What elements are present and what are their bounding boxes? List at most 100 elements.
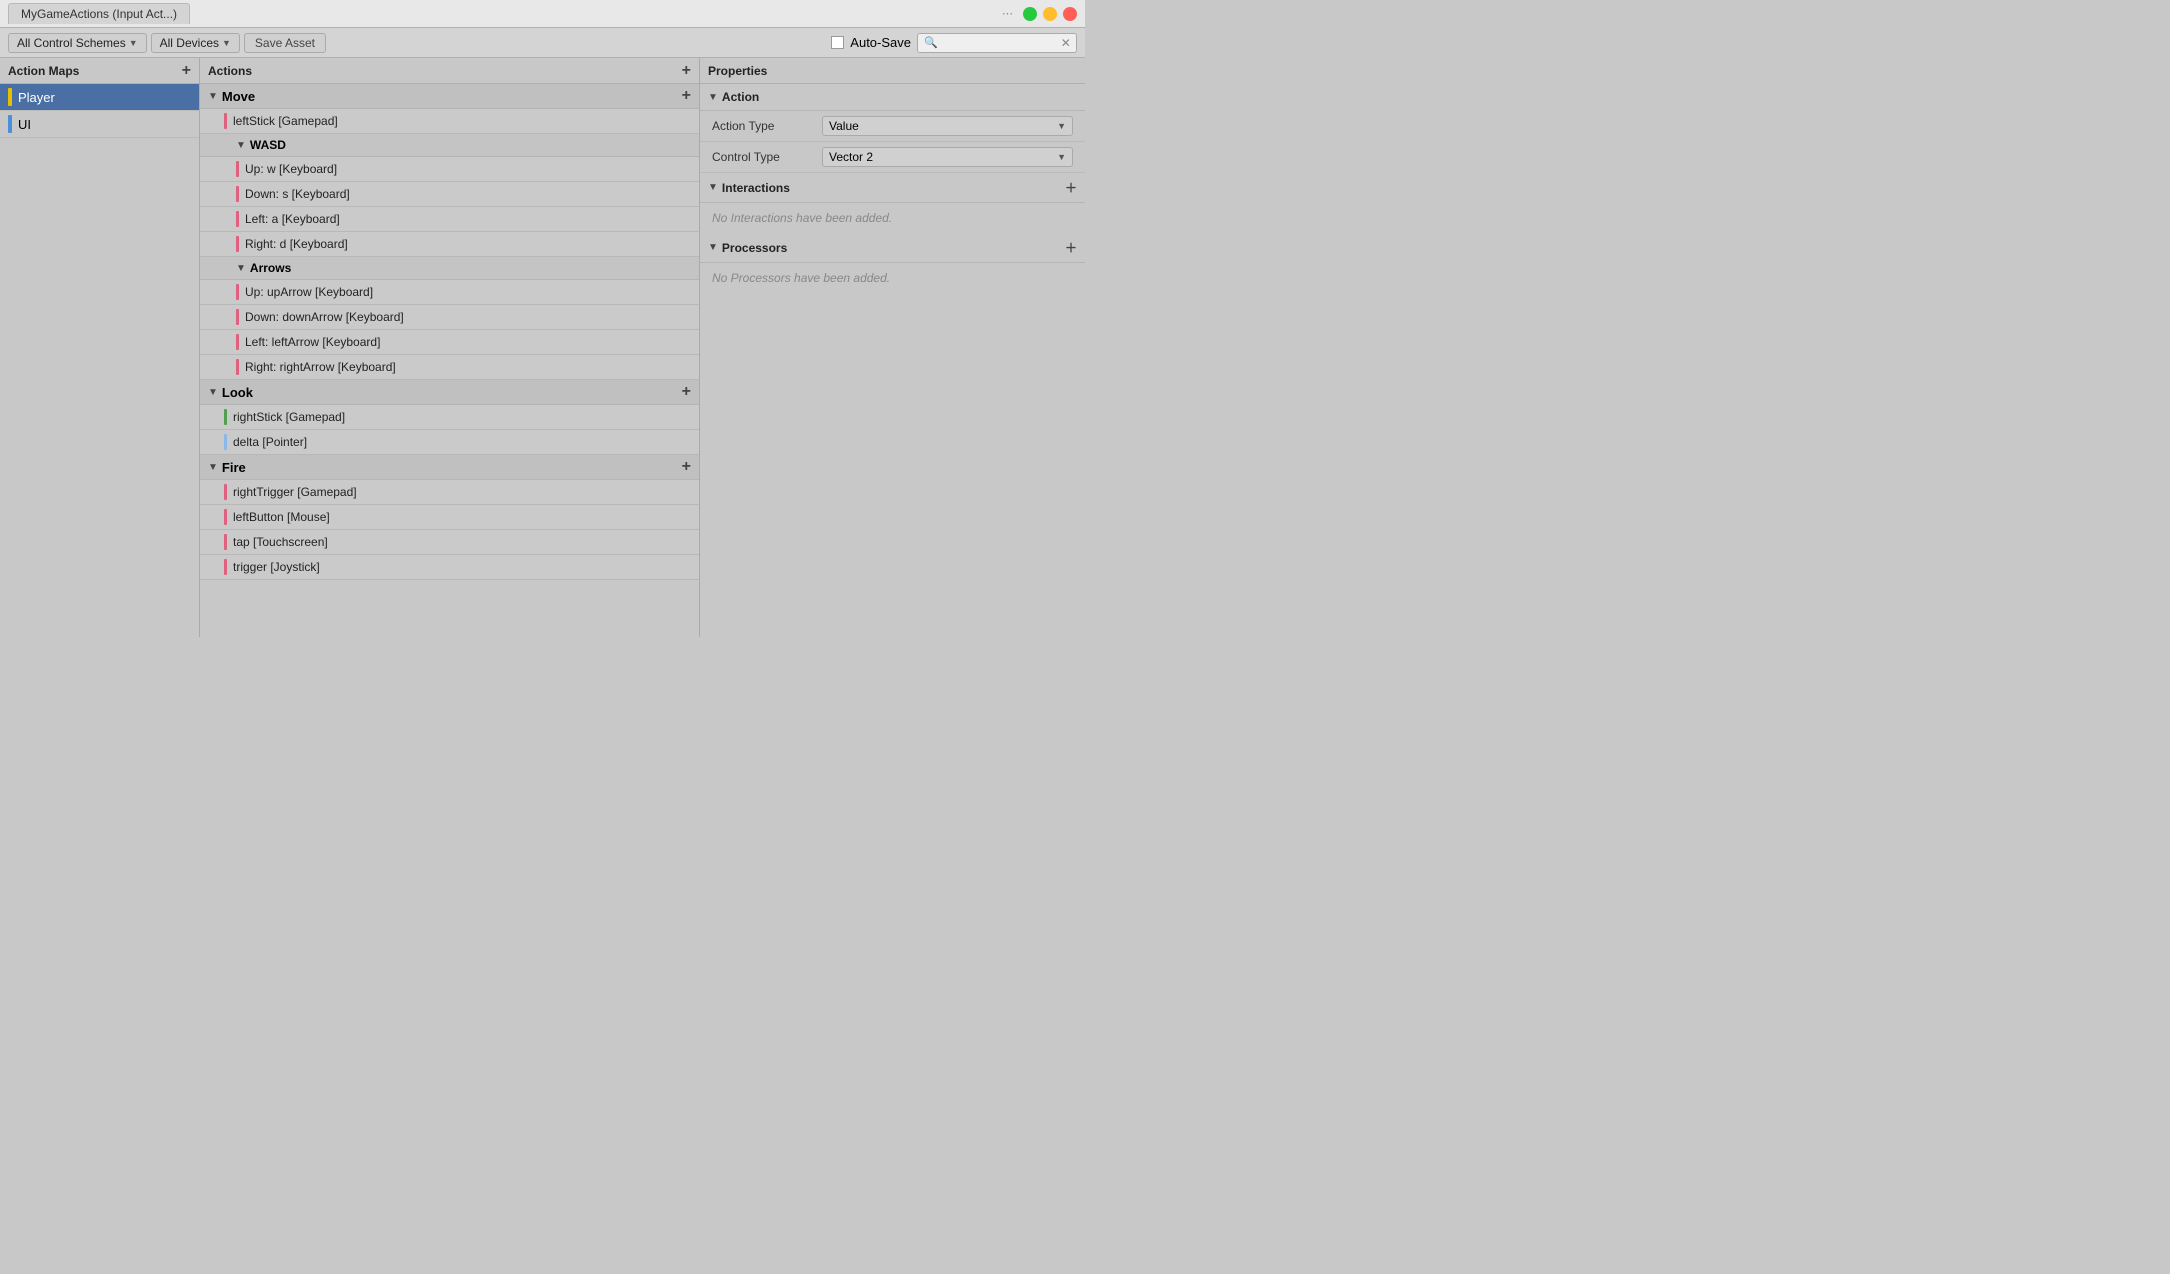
left-a-label: Left: a [Keyboard] xyxy=(245,212,340,226)
actions-scroll: ▼ Move + leftStick [Gamepad] ▼ WASD Up: … xyxy=(200,84,699,637)
action-section-label: Action xyxy=(722,90,759,104)
look-group-label: Look xyxy=(222,385,253,400)
window-close-btn[interactable] xyxy=(1063,7,1077,21)
actions-header: Actions + xyxy=(200,58,699,84)
properties-header: Properties xyxy=(700,58,1085,84)
action-item-trigger[interactable]: trigger [Joystick] xyxy=(200,555,699,580)
interactions-add-btn[interactable]: ＋ xyxy=(1065,179,1077,196)
fire-chevron-icon: ▼ xyxy=(208,462,218,473)
actions-add-btn[interactable]: + xyxy=(682,63,691,79)
action-maps-title: Action Maps xyxy=(8,64,79,78)
tap-bar xyxy=(224,534,227,550)
action-map-item-player[interactable]: Player xyxy=(0,84,199,111)
look-chevron-icon: ▼ xyxy=(208,387,218,398)
delta-label: delta [Pointer] xyxy=(233,435,307,449)
arrows-label: Arrows xyxy=(250,261,291,275)
wasd-label: WASD xyxy=(250,138,286,152)
subgroup-wasd[interactable]: ▼ WASD xyxy=(200,134,699,157)
up-arrow-bar xyxy=(236,284,239,300)
action-item-delta[interactable]: delta [Pointer] xyxy=(200,430,699,455)
down-arrow-bar xyxy=(236,309,239,325)
interactions-empty-text: No Interactions have been added. xyxy=(700,203,1085,233)
processors-empty-text: No Processors have been added. xyxy=(700,263,1085,293)
action-item-right-arrow[interactable]: Right: rightArrow [Keyboard] xyxy=(200,355,699,380)
save-asset-button[interactable]: Save Asset xyxy=(244,33,326,53)
main-layout: Action Maps + Player UI Actions + ▼ Move… xyxy=(0,58,1085,637)
subgroup-arrows[interactable]: ▼ Arrows xyxy=(200,257,699,280)
action-item-rightstick[interactable]: rightStick [Gamepad] xyxy=(200,405,699,430)
action-type-arrow-icon: ▼ xyxy=(1057,121,1066,131)
right-d-label: Right: d [Keyboard] xyxy=(245,237,348,251)
action-item-right-d[interactable]: Right: d [Keyboard] xyxy=(200,232,699,257)
autosave-area: Auto-Save 🔍 ✕ xyxy=(831,33,1077,53)
window-maximize-btn[interactable] xyxy=(1023,7,1037,21)
action-maps-panel: Action Maps + Player UI xyxy=(0,58,200,637)
left-a-bar xyxy=(236,211,239,227)
action-type-label: Action Type xyxy=(712,119,822,133)
up-w-bar xyxy=(236,161,239,177)
action-group-move[interactable]: ▼ Move + xyxy=(200,84,699,109)
down-s-label: Down: s [Keyboard] xyxy=(245,187,350,201)
trigger-bar xyxy=(224,559,227,575)
control-type-label: Control Type xyxy=(712,150,822,164)
action-item-up-arrow[interactable]: Up: upArrow [Keyboard] xyxy=(200,280,699,305)
interactions-section-header[interactable]: ▼ Interactions ＋ xyxy=(700,173,1085,203)
action-group-fire[interactable]: ▼ Fire + xyxy=(200,455,699,480)
fire-group-add-btn[interactable]: + xyxy=(682,459,691,475)
autosave-checkbox[interactable] xyxy=(831,36,844,49)
interactions-chevron-icon: ▼ xyxy=(708,182,718,193)
action-type-row: Action Type Value ▼ xyxy=(700,111,1085,142)
control-type-row: Control Type Vector 2 ▼ xyxy=(700,142,1085,173)
right-arrow-label: Right: rightArrow [Keyboard] xyxy=(245,360,396,374)
window-minimize-btn[interactable] xyxy=(1043,7,1057,21)
action-item-righttrigger[interactable]: rightTrigger [Gamepad] xyxy=(200,480,699,505)
action-maps-add-btn[interactable]: + xyxy=(182,63,191,79)
action-item-left-arrow[interactable]: Left: leftArrow [Keyboard] xyxy=(200,330,699,355)
right-arrow-bar xyxy=(236,359,239,375)
leftstick-bar xyxy=(224,113,227,129)
righttrigger-bar xyxy=(224,484,227,500)
interactions-section-label: Interactions xyxy=(722,181,790,195)
action-item-up-w[interactable]: Up: w [Keyboard] xyxy=(200,157,699,182)
control-type-value: Vector 2 xyxy=(829,150,873,164)
title-bar: MyGameActions (Input Act...) ⋯ xyxy=(0,0,1085,28)
actions-panel: Actions + ▼ Move + leftStick [Gamepad] ▼… xyxy=(200,58,700,637)
search-clear-icon[interactable]: ✕ xyxy=(1061,36,1071,50)
move-group-add-btn[interactable]: + xyxy=(682,88,691,104)
processors-chevron-icon: ▼ xyxy=(708,242,718,253)
rightstick-label: rightStick [Gamepad] xyxy=(233,410,345,424)
search-input[interactable] xyxy=(941,36,1061,50)
all-devices-dropdown[interactable]: All Devices ▼ xyxy=(151,33,240,53)
action-item-left-a[interactable]: Left: a [Keyboard] xyxy=(200,207,699,232)
autosave-label: Auto-Save xyxy=(850,35,911,50)
action-section-chevron-icon: ▼ xyxy=(708,92,718,103)
fire-group-label: Fire xyxy=(222,460,246,475)
window-menu-icon[interactable]: ⋯ xyxy=(1002,7,1013,20)
fire-group-left: ▼ Fire xyxy=(208,460,246,475)
control-type-dropdown[interactable]: Vector 2 ▼ xyxy=(822,147,1073,167)
leftbutton-label: leftButton [Mouse] xyxy=(233,510,330,524)
toolbar: All Control Schemes ▼ All Devices ▼ Save… xyxy=(0,28,1085,58)
action-type-dropdown[interactable]: Value ▼ xyxy=(822,116,1073,136)
processors-add-btn[interactable]: ＋ xyxy=(1065,239,1077,256)
action-item-leftstick[interactable]: leftStick [Gamepad] xyxy=(200,109,699,134)
action-group-look[interactable]: ▼ Look + xyxy=(200,380,699,405)
move-group-label: Move xyxy=(222,89,255,104)
action-item-down-arrow[interactable]: Down: downArrow [Keyboard] xyxy=(200,305,699,330)
action-type-value: Value xyxy=(829,119,859,133)
processors-section-header[interactable]: ▼ Processors ＋ xyxy=(700,233,1085,263)
look-group-add-btn[interactable]: + xyxy=(682,384,691,400)
action-section-header[interactable]: ▼ Action xyxy=(700,84,1085,111)
up-w-label: Up: w [Keyboard] xyxy=(245,162,337,176)
action-map-item-ui[interactable]: UI xyxy=(0,111,199,138)
action-item-tap[interactable]: tap [Touchscreen] xyxy=(200,530,699,555)
leftstick-label: leftStick [Gamepad] xyxy=(233,114,338,128)
move-chevron-icon: ▼ xyxy=(208,91,218,102)
title-tab[interactable]: MyGameActions (Input Act...) xyxy=(8,3,190,24)
ui-color-bar xyxy=(8,115,12,133)
left-arrow-bar xyxy=(236,334,239,350)
action-item-down-s[interactable]: Down: s [Keyboard] xyxy=(200,182,699,207)
action-item-leftbutton[interactable]: leftButton [Mouse] xyxy=(200,505,699,530)
wasd-chevron-icon: ▼ xyxy=(236,140,246,151)
control-schemes-dropdown[interactable]: All Control Schemes ▼ xyxy=(8,33,147,53)
